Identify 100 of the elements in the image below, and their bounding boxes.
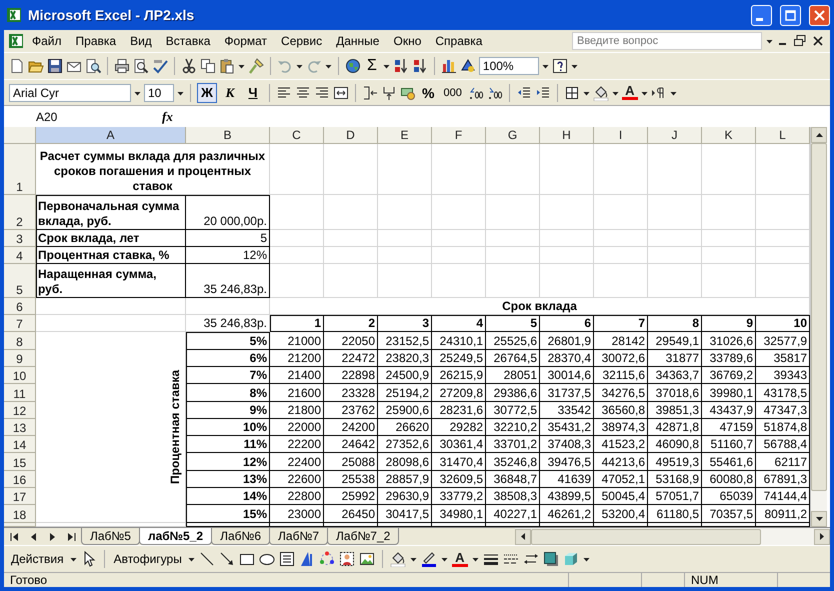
minimize-button[interactable] [751, 4, 772, 26]
row-header[interactable]: 4 [4, 247, 36, 264]
row-header[interactable]: 13 [4, 418, 36, 436]
row-header[interactable]: 9 [4, 350, 36, 367]
sheet-tab[interactable]: лаб№5_2 [138, 528, 212, 546]
column-header[interactable]: A [36, 127, 186, 144]
borders-icon[interactable] [564, 84, 580, 101]
sheet-tab[interactable]: Лаб№7 [269, 528, 328, 546]
clipboard-icon[interactable] [219, 58, 235, 74]
menu-item[interactable]: Правка [70, 32, 122, 50]
printer-icon[interactable] [114, 58, 130, 74]
sort-ascending-icon[interactable] [392, 58, 409, 74]
column-header[interactable]: F [432, 127, 486, 144]
rectangle-icon[interactable] [238, 551, 255, 568]
new-file-icon[interactable] [9, 58, 25, 74]
column-header[interactable]: K [702, 127, 756, 144]
close-button[interactable] [809, 4, 830, 26]
bar-chart-icon[interactable] [440, 58, 457, 74]
restore-icon[interactable] [792, 32, 808, 49]
magnifier-page-icon[interactable] [85, 58, 101, 74]
oval-icon[interactable] [258, 551, 275, 568]
column-arrow-icon[interactable] [362, 84, 378, 101]
thousands-button[interactable]: 000 [440, 86, 465, 99]
shadow-icon[interactable] [542, 551, 559, 568]
row-header[interactable]: 2 [4, 195, 36, 230]
table-cell[interactable]: Процентная ставка [36, 332, 186, 523]
print-preview-icon[interactable] [133, 58, 149, 74]
underline-button[interactable]: Ч [243, 82, 263, 103]
paintbrush-icon[interactable] [248, 58, 264, 74]
column-header[interactable]: E [378, 127, 432, 144]
row-header[interactable]: 7 [4, 315, 36, 332]
spelling-check-icon[interactable] [152, 58, 168, 74]
scroll-right-button[interactable] [814, 528, 830, 545]
drawing-icon[interactable] [460, 58, 476, 74]
scissors-icon[interactable] [181, 58, 197, 74]
autosum-button[interactable]: Σ [364, 56, 380, 75]
column-header[interactable]: J [648, 127, 702, 144]
row-header[interactable]: 1 [4, 144, 36, 196]
menu-item[interactable]: Справка [429, 32, 488, 50]
menu-item[interactable]: Данные [330, 32, 386, 50]
help-icon[interactable] [552, 58, 568, 74]
copy-icon[interactable] [200, 58, 216, 74]
paint-bucket-icon[interactable] [592, 84, 609, 101]
save-icon[interactable] [47, 58, 63, 74]
function-label[interactable]: fx [162, 108, 173, 125]
row-header[interactable]: 6 [4, 298, 36, 316]
clip-art-icon[interactable] [338, 551, 355, 568]
row-header[interactable]: 11 [4, 384, 36, 402]
zoom-field[interactable]: 100% [478, 56, 539, 75]
globe-icon[interactable] [345, 58, 361, 74]
row-header[interactable]: 3 [4, 230, 36, 248]
column-header[interactable]: H [540, 127, 594, 144]
font-color-button[interactable]: A [622, 85, 638, 100]
italic-button[interactable]: К [220, 82, 240, 103]
column-header[interactable]: I [594, 127, 648, 144]
column-header[interactable]: B [186, 127, 270, 144]
diagram-icon[interactable] [318, 551, 335, 568]
sheet-tab[interactable]: Лаб№5 [81, 528, 140, 546]
row-arrow-icon[interactable] [381, 84, 397, 101]
menu-item[interactable]: Файл [26, 32, 68, 50]
scroll-left-button[interactable] [515, 528, 531, 545]
sort-descending-icon[interactable] [412, 58, 428, 74]
help-search-field[interactable]: Введите вопрос [572, 32, 762, 50]
sheet-tab[interactable]: Лаб№6 [211, 528, 270, 546]
text-box-icon[interactable] [278, 551, 295, 568]
font-field[interactable]: Arial Cyr [9, 84, 131, 102]
menu-item[interactable]: Вставка [160, 32, 216, 50]
autoshapes-menu[interactable]: Автофигуры [112, 551, 184, 568]
row-header[interactable]: 18 [4, 505, 36, 523]
row-header[interactable]: 16 [4, 470, 36, 488]
row-header[interactable]: 17 [4, 488, 36, 506]
wordart-icon[interactable] [298, 551, 315, 568]
column-header[interactable]: G [486, 127, 540, 144]
row-header[interactable]: 15 [4, 453, 36, 471]
maximize-button[interactable] [780, 4, 801, 26]
menu-item[interactable]: Окно [387, 32, 428, 50]
bold-button[interactable]: Ж [197, 82, 217, 103]
row-header[interactable]: 8 [4, 332, 36, 350]
row-header[interactable]: 12 [4, 402, 36, 419]
column-header[interactable]: L [756, 127, 810, 144]
scroll-up-button[interactable] [811, 127, 827, 144]
excel-doc-icon[interactable] [8, 32, 24, 49]
column-header[interactable]: D [324, 127, 378, 144]
minimize-icon[interactable] [779, 42, 786, 45]
column-header[interactable]: C [270, 127, 324, 144]
scroll-thumb[interactable] [811, 143, 827, 492]
font-size-field[interactable]: 10 [144, 84, 174, 102]
row-header[interactable]: 5 [4, 264, 36, 298]
row-header[interactable]: 10 [4, 366, 36, 384]
arrow-icon[interactable] [218, 551, 235, 568]
row-header[interactable]: 14 [4, 436, 36, 454]
menu-item[interactable]: Формат [218, 32, 274, 50]
percent-button[interactable]: % [419, 84, 438, 101]
line-icon[interactable] [198, 551, 215, 568]
menu-item[interactable]: Вид [124, 32, 158, 50]
scroll-down-button[interactable] [811, 511, 827, 528]
sheet-tab[interactable]: Лаб№7_2 [327, 528, 400, 546]
merge-center-icon[interactable] [333, 84, 349, 101]
font-color-button[interactable]: A [452, 552, 468, 567]
actions-menu[interactable]: Действия [9, 551, 66, 568]
